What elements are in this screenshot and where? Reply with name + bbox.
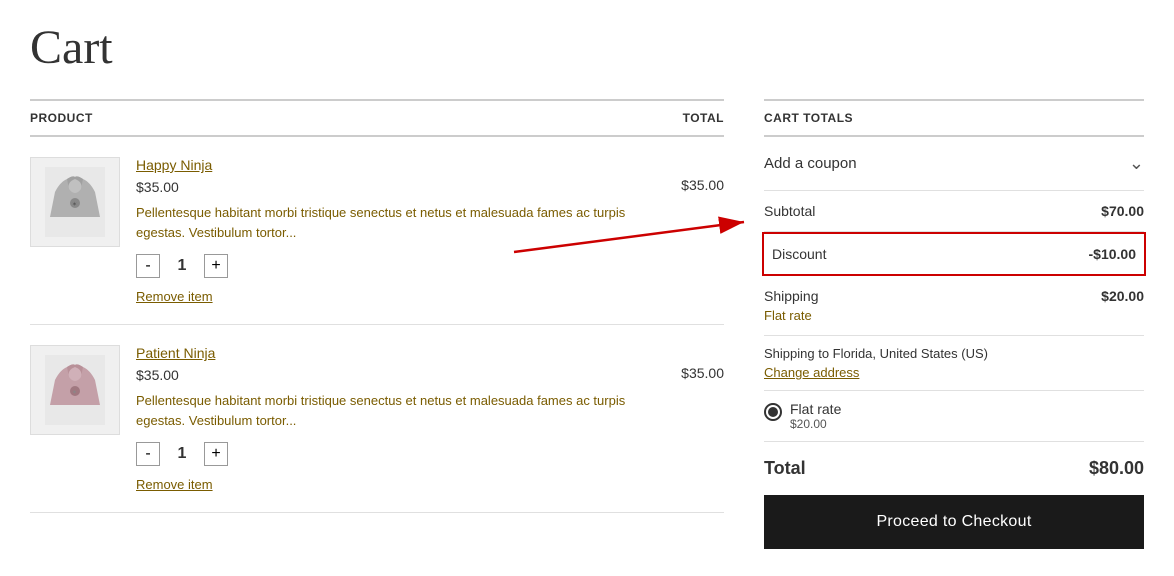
shipping-type: Flat rate: [764, 308, 1144, 323]
total-value: $80.00: [1089, 458, 1144, 479]
total-label: Total: [764, 458, 806, 479]
qty-increase-1[interactable]: +: [204, 254, 228, 278]
cart-main: PRODUCT TOTAL ✶: [30, 99, 724, 549]
subtotal-value: $70.00: [1101, 203, 1144, 219]
cart-sidebar: CART TOTALS Add a coupon ⌄ Subtotal $70.…: [764, 99, 1144, 549]
coupon-row[interactable]: Add a coupon ⌄: [764, 137, 1144, 191]
qty-decrease-2[interactable]: -: [136, 442, 160, 466]
product-desc-1: Pellentesque habitant morbi tristique se…: [136, 203, 638, 242]
coupon-label: Add a coupon: [764, 155, 857, 172]
remove-item-1[interactable]: Remove item: [136, 289, 213, 304]
item-total-2: $35.00: [654, 345, 724, 381]
qty-value-2: 1: [172, 445, 192, 463]
shipping-to-text: Shipping to Florida, United States (US): [764, 346, 1144, 361]
subtotal-label: Subtotal: [764, 203, 815, 219]
product-name-2[interactable]: Patient Ninja: [136, 345, 638, 361]
chevron-down-icon: ⌄: [1129, 153, 1144, 174]
remove-item-2[interactable]: Remove item: [136, 477, 213, 492]
item-total-1: $35.00: [654, 157, 724, 193]
cart-item-2-details: Patient Ninja $35.00 Pellentesque habita…: [136, 345, 638, 492]
page-container: Cart PRODUCT TOTAL ✶: [0, 0, 1174, 569]
product-name-1[interactable]: Happy Ninja: [136, 157, 638, 173]
cart-layout: PRODUCT TOTAL ✶: [30, 99, 1144, 549]
shipping-row: Shipping $20.00 Flat rate: [764, 276, 1144, 336]
cart-table-header: PRODUCT TOTAL: [30, 99, 724, 137]
quantity-control-1: - 1 +: [136, 254, 638, 278]
product-image-1: ✶: [30, 157, 120, 247]
checkout-button[interactable]: Proceed to Checkout: [764, 495, 1144, 549]
discount-value: -$10.00: [1089, 246, 1136, 262]
qty-decrease-1[interactable]: -: [136, 254, 160, 278]
flat-rate-label: Flat rate: [790, 401, 841, 417]
product-price-1: $35.00: [136, 179, 638, 195]
cart-item: ✶ Patient Ninja $35.00 Pellentesque habi…: [30, 325, 724, 513]
cart-totals-title: CART TOTALS: [764, 99, 1144, 137]
total-row: Total $80.00: [764, 442, 1144, 495]
qty-value-1: 1: [172, 257, 192, 275]
product-image-2: ✶: [30, 345, 120, 435]
quantity-control-2: - 1 +: [136, 442, 638, 466]
page-title: Cart: [30, 20, 1144, 75]
radio-button[interactable]: [764, 403, 782, 421]
product-price-2: $35.00: [136, 367, 638, 383]
discount-row: Discount -$10.00: [762, 232, 1146, 276]
svg-text:✶: ✶: [72, 201, 77, 208]
product-desc-2: Pellentesque habitant morbi tristique se…: [136, 391, 638, 430]
qty-increase-2[interactable]: +: [204, 442, 228, 466]
cart-item-1-details: Happy Ninja $35.00 Pellentesque habitant…: [136, 157, 638, 304]
discount-container: Discount -$10.00: [764, 232, 1144, 276]
product-column-header: PRODUCT: [30, 111, 93, 125]
radio-dot: [768, 407, 778, 417]
flat-rate-details: Flat rate $20.00: [790, 401, 841, 431]
shipping-value: $20.00: [1101, 288, 1144, 304]
subtotal-row: Subtotal $70.00: [764, 191, 1144, 232]
total-column-header: TOTAL: [683, 111, 724, 125]
discount-label: Discount: [772, 246, 826, 262]
shipping-option-row[interactable]: Flat rate $20.00: [764, 391, 1144, 442]
flat-rate-price: $20.00: [790, 417, 841, 431]
svg-text:✶: ✶: [72, 389, 77, 396]
shipping-label: Shipping: [764, 288, 819, 304]
change-address-link[interactable]: Change address: [764, 365, 859, 380]
cart-item: ✶ Happy Ninja $35.00 Pellentesque habita…: [30, 137, 724, 325]
shipping-address: Shipping to Florida, United States (US) …: [764, 336, 1144, 391]
